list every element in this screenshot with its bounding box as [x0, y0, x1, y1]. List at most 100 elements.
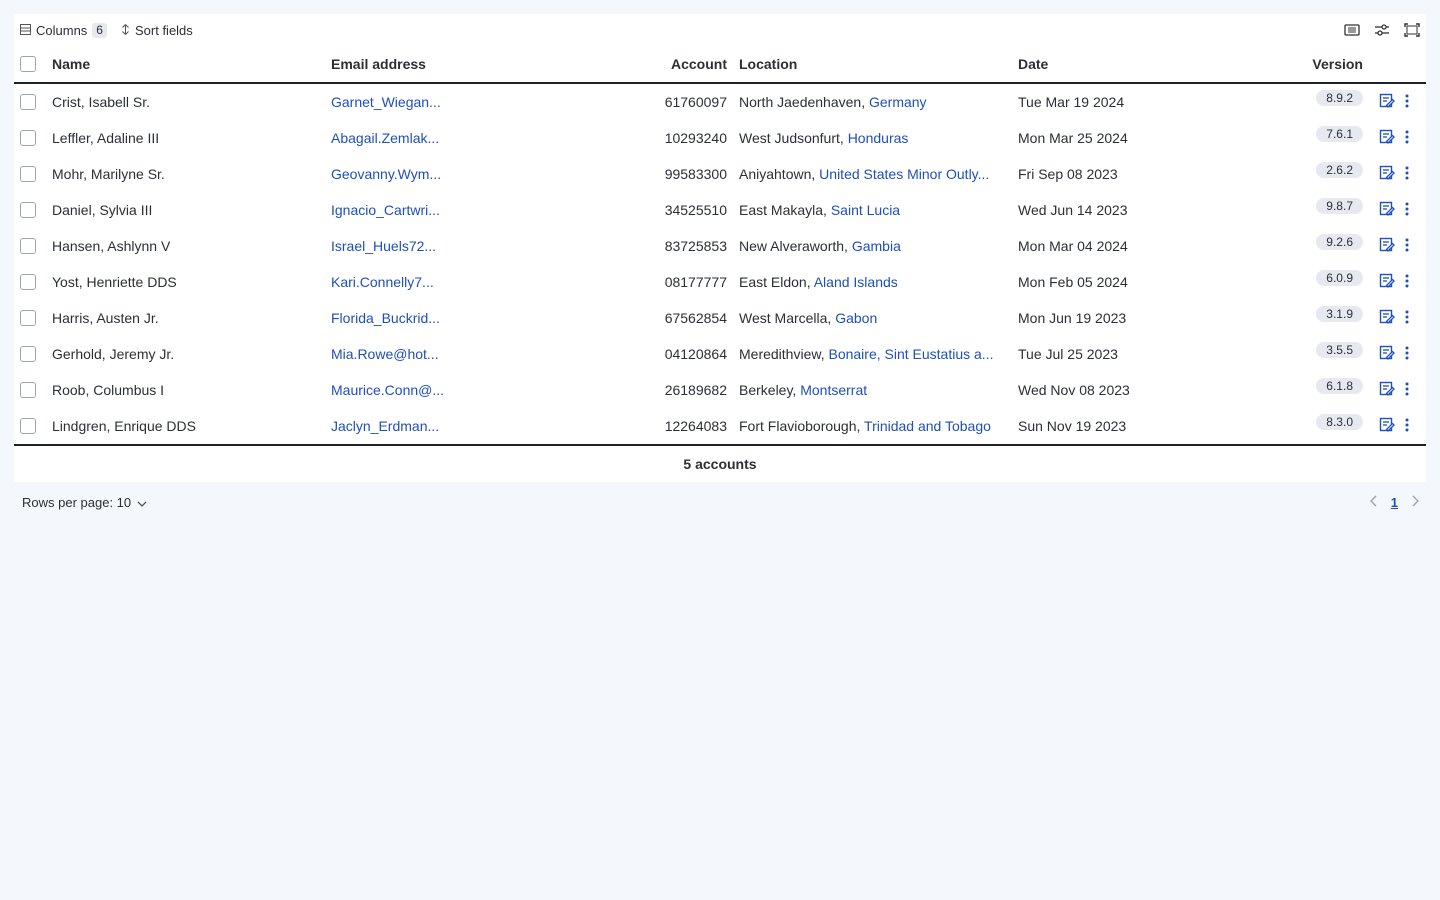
- row-checkbox[interactable]: [20, 238, 36, 254]
- more-vertical-icon[interactable]: [1405, 346, 1409, 363]
- location-city: East Makayla,: [739, 202, 831, 218]
- row-checkbox[interactable]: [20, 346, 36, 362]
- table-row[interactable]: Roob, Columbus I Maurice.Conn@... 26189682…: [14, 372, 1426, 408]
- filter-settings-icon[interactable]: [1374, 23, 1390, 37]
- sort-fields-button[interactable]: Sort fields: [121, 23, 193, 38]
- table-row[interactable]: Daniel, Sylvia III Ignacio_Cartwri... 3452…: [14, 192, 1426, 228]
- previous-page-icon[interactable]: [1369, 495, 1377, 510]
- row-checkbox[interactable]: [20, 94, 36, 110]
- location-city: Aniyahtown,: [739, 166, 820, 182]
- table-row[interactable]: Hansen, Ashlynn V Israel_Huels72... 837258…: [14, 228, 1426, 264]
- cell-name: Daniel, Sylvia III: [52, 202, 153, 218]
- email-link[interactable]: Kari.Connelly7...: [331, 274, 434, 290]
- row-checkbox[interactable]: [20, 202, 36, 218]
- cell-email: Israel_Huels72...: [331, 228, 621, 264]
- cell-name: Lindgren, Enrique DDS: [52, 418, 196, 434]
- location-country-link[interactable]: Germany: [869, 94, 927, 110]
- more-vertical-icon[interactable]: [1405, 238, 1409, 255]
- email-link[interactable]: Israel_Huels72...: [331, 238, 436, 254]
- location-country-link[interactable]: Gambia: [852, 238, 901, 254]
- page-number-current[interactable]: 1: [1391, 495, 1398, 510]
- edit-icon[interactable]: [1379, 417, 1395, 436]
- table-row[interactable]: Crist, Isabell Sr. Garnet_Wiegan... 617600…: [14, 84, 1426, 120]
- more-vertical-icon[interactable]: [1405, 418, 1409, 435]
- email-link[interactable]: Florida_Buckrid...: [331, 310, 440, 326]
- version-badge: 8.3.0: [1316, 414, 1363, 430]
- email-link[interactable]: Mia.Rowe@hot...: [331, 346, 439, 362]
- edit-icon[interactable]: [1379, 165, 1395, 184]
- more-vertical-icon[interactable]: [1405, 310, 1409, 327]
- sort-fields-label: Sort fields: [134, 22, 193, 38]
- location-country-link[interactable]: Montserrat: [800, 382, 867, 398]
- table-row[interactable]: Yost, Henriette DDS Kari.Connelly7... 0817…: [14, 264, 1426, 300]
- more-vertical-icon[interactable]: [1405, 382, 1409, 399]
- header-version[interactable]: Version: [1297, 46, 1367, 82]
- table-row[interactable]: Mohr, Marilyne Sr. Geovanny.Wym... 9958330…: [14, 156, 1426, 192]
- cell-account: 61760097: [664, 94, 727, 110]
- edit-icon[interactable]: [1379, 129, 1395, 148]
- edit-icon[interactable]: [1379, 309, 1395, 328]
- header-account[interactable]: Account: [621, 46, 739, 82]
- email-link[interactable]: Geovanny.Wym...: [331, 166, 441, 182]
- header-date[interactable]: Date: [1018, 46, 1297, 82]
- email-link[interactable]: Garnet_Wiegan...: [331, 94, 441, 110]
- sort-icon: [121, 23, 130, 38]
- edit-icon[interactable]: [1379, 237, 1395, 256]
- more-vertical-icon[interactable]: [1405, 130, 1409, 147]
- header-name[interactable]: Name: [52, 46, 331, 82]
- columns-label: Columns: [36, 22, 88, 38]
- header-location[interactable]: Location: [739, 46, 1018, 82]
- table-row[interactable]: Lindgren, Enrique DDS Jaclyn_Erdman... 122…: [14, 408, 1426, 444]
- location-country-link[interactable]: United States Minor Outly...: [819, 166, 989, 182]
- table-row[interactable]: Gerhold, Jeremy Jr. Mia.Rowe@hot... 041208…: [14, 336, 1426, 372]
- row-checkbox[interactable]: [20, 310, 36, 326]
- columns-button[interactable]: Columns 6: [20, 22, 107, 38]
- cell-version: 8.9.2: [1297, 84, 1367, 120]
- row-select-cell: [14, 372, 52, 408]
- cell-account: 08177777: [664, 274, 727, 290]
- location-country-link[interactable]: Bonaire, Sint Eustatius a...: [828, 346, 993, 362]
- edit-icon[interactable]: [1379, 273, 1395, 292]
- pagination-bar: Rows per page: 10 1: [14, 482, 1426, 522]
- select-all-checkbox[interactable]: [20, 56, 36, 72]
- cell-email: Ignacio_Cartwri...: [331, 192, 621, 228]
- row-checkbox[interactable]: [20, 130, 36, 146]
- next-page-icon[interactable]: [1412, 495, 1420, 510]
- more-vertical-icon[interactable]: [1405, 94, 1409, 111]
- location-city: Meredithview,: [739, 346, 829, 362]
- rows-per-page-select[interactable]: Rows per page: 10: [22, 495, 147, 510]
- location-country-link[interactable]: Trinidad and Tobago: [864, 418, 991, 434]
- density-icon[interactable]: [1344, 23, 1360, 37]
- more-vertical-icon[interactable]: [1405, 274, 1409, 291]
- edit-icon[interactable]: [1379, 201, 1395, 220]
- cell-actions: [1367, 372, 1426, 408]
- row-checkbox[interactable]: [20, 382, 36, 398]
- email-link[interactable]: Jaclyn_Erdman...: [331, 418, 439, 434]
- email-link[interactable]: Maurice.Conn@...: [331, 382, 444, 398]
- more-vertical-icon[interactable]: [1405, 166, 1409, 183]
- location-country-link[interactable]: Aland Islands: [814, 274, 898, 290]
- cell-account: 99583300: [664, 166, 727, 182]
- location-country-link[interactable]: Gabon: [835, 310, 877, 326]
- header-email[interactable]: Email address: [331, 46, 621, 82]
- row-checkbox[interactable]: [20, 166, 36, 182]
- row-select-cell: [14, 264, 52, 300]
- cell-email: Abagail.Zemlak...: [331, 120, 621, 156]
- cell-date: Mon Mar 04 2024: [1018, 238, 1128, 254]
- table-row[interactable]: Leffler, Adaline III Abagail.Zemlak... 102…: [14, 120, 1426, 156]
- edit-icon[interactable]: [1379, 381, 1395, 400]
- table-row[interactable]: Harris, Austen Jr. Florida_Buckrid... 6756…: [14, 300, 1426, 336]
- cell-location: Fort Flavioborough, Trinidad and Tobago: [739, 408, 1018, 444]
- fullscreen-icon[interactable]: [1404, 23, 1420, 37]
- email-link[interactable]: Abagail.Zemlak...: [331, 130, 439, 146]
- cell-email: Mia.Rowe@hot...: [331, 336, 621, 372]
- edit-icon[interactable]: [1379, 345, 1395, 364]
- more-vertical-icon[interactable]: [1405, 202, 1409, 219]
- location-country-link[interactable]: Saint Lucia: [831, 202, 900, 218]
- email-link[interactable]: Ignacio_Cartwri...: [331, 202, 440, 218]
- location-country-link[interactable]: Honduras: [848, 130, 909, 146]
- chevron-down-icon: [137, 495, 147, 510]
- row-checkbox[interactable]: [20, 418, 36, 434]
- edit-icon[interactable]: [1379, 93, 1395, 112]
- row-checkbox[interactable]: [20, 274, 36, 290]
